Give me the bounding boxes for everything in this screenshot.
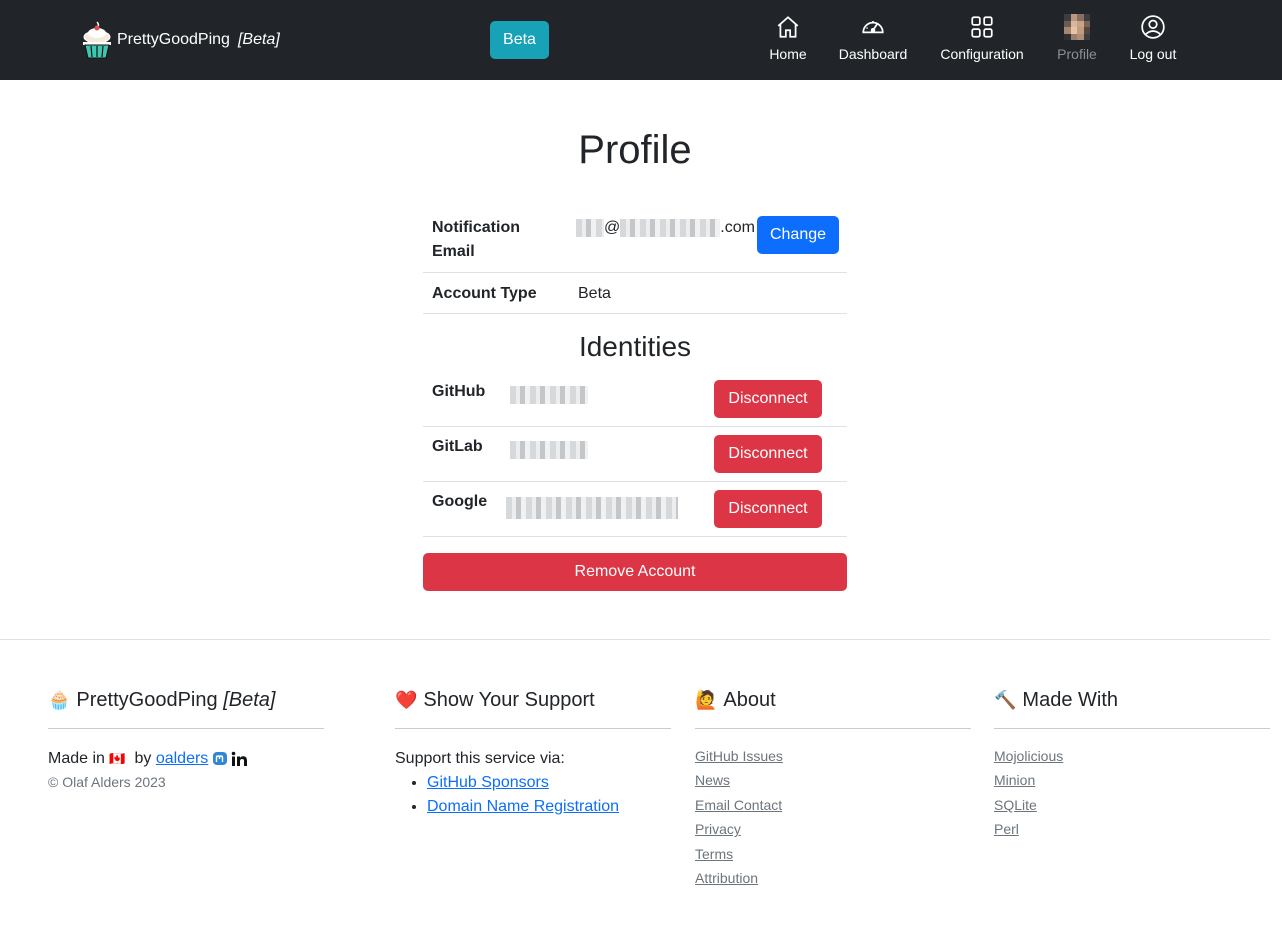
profile-table: Notification Email @ .com Change Account …	[423, 204, 847, 314]
notification-email-label: Notification Email	[432, 219, 520, 260]
account-type-row: Account Type Beta	[423, 273, 847, 314]
author-link[interactable]: oalders	[156, 750, 208, 768]
footer-support-column: ❤️ Show Your Support Support this servic…	[395, 686, 671, 819]
canada-flag-icon: 🇨🇦	[109, 751, 126, 766]
footer-heading-rule	[395, 728, 671, 729]
nav-dashboard-label: Dashboard	[838, 46, 908, 62]
nav-configuration[interactable]: Configuration	[937, 14, 1027, 62]
domain-registration-link[interactable]: Domain Name Registration	[427, 798, 619, 815]
redacted-username	[510, 385, 588, 404]
beta-button[interactable]: Beta	[490, 21, 549, 59]
copyright: © Olaf Alders 2023	[48, 774, 166, 790]
perl-link[interactable]: Perl	[994, 817, 1270, 841]
brand-beta-tag: [Beta]	[237, 31, 280, 48]
cupcake-logo-icon	[83, 21, 111, 59]
notification-email-value: @ .com	[576, 216, 755, 240]
footer-about-column: 🙋 About GitHub Issues News Email Contact…	[695, 686, 971, 890]
nav-home-label: Home	[769, 46, 807, 62]
account-type-label: Account Type	[432, 285, 537, 302]
disconnect-github-button[interactable]: Disconnect	[714, 380, 822, 418]
heart-icon: ❤️	[395, 689, 418, 710]
cupcake-icon: 🧁	[48, 689, 71, 710]
identity-row-gitlab: GitLab Disconnect	[423, 427, 847, 482]
redacted-email-user	[576, 218, 604, 237]
change-email-button[interactable]: Change	[757, 216, 839, 254]
identity-row-github: GitHub Disconnect	[423, 372, 847, 427]
page-title: Profile	[578, 128, 692, 172]
made-in-line: Made in 🇨🇦 by oalders	[48, 747, 324, 771]
nav-logout-label: Log out	[1129, 46, 1177, 62]
identities-title: Identities	[578, 331, 692, 362]
footer-brand-heading: 🧁 PrettyGoodPing [Beta]	[48, 688, 276, 711]
disconnect-google-button[interactable]: Disconnect	[714, 490, 822, 528]
brand-link[interactable]: PrettyGoodPing [Beta]	[80, 20, 280, 60]
mojolicious-link[interactable]: Mojolicious	[994, 744, 1270, 768]
speedometer-icon	[862, 21, 884, 34]
privacy-link[interactable]: Privacy	[695, 817, 971, 841]
support-links: GitHub Sponsors Domain Name Registration	[395, 771, 671, 819]
footer-heading-rule	[695, 728, 971, 729]
footer-divider	[0, 639, 1270, 640]
nav-logout[interactable]: Log out	[1127, 14, 1179, 62]
raising-hand-icon: 🙋	[695, 689, 718, 710]
house-icon	[777, 16, 799, 38]
identity-row-google: Google Disconnect	[423, 482, 847, 537]
avatar	[1064, 14, 1090, 40]
about-links: GitHub Issues News Email Contact Privacy…	[695, 744, 971, 890]
nav-profile-label: Profile	[1057, 46, 1097, 62]
redacted-username	[510, 440, 588, 459]
remove-account-button[interactable]: Remove Account	[423, 553, 847, 591]
identities-table: GitHub Disconnect GitLab Disconnect Goog…	[423, 372, 847, 537]
disconnect-gitlab-button[interactable]: Disconnect	[714, 435, 822, 473]
github-issues-link[interactable]: GitHub Issues	[695, 744, 971, 768]
top-navbar: PrettyGoodPing [Beta] Beta Home Dashboar…	[0, 0, 1282, 80]
grid-icon	[971, 16, 993, 38]
nav-home[interactable]: Home	[765, 14, 811, 62]
identity-provider: GitLab	[432, 438, 483, 455]
made-with-links: Mojolicious Minion SQLite Perl	[994, 744, 1270, 842]
attribution-link[interactable]: Attribution	[695, 866, 971, 890]
footer-support-heading: ❤️ Show Your Support	[395, 688, 595, 711]
terms-link[interactable]: Terms	[695, 842, 971, 866]
sqlite-link[interactable]: SQLite	[994, 793, 1270, 817]
minion-link[interactable]: Minion	[994, 768, 1270, 792]
footer-brand-column: 🧁 PrettyGoodPing [Beta] Made in 🇨🇦 by oa…	[48, 686, 324, 793]
github-sponsors-link[interactable]: GitHub Sponsors	[427, 774, 549, 791]
brand-name: PrettyGoodPing	[117, 31, 230, 48]
email-contact-link[interactable]: Email Contact	[695, 793, 971, 817]
notification-email-row: Notification Email @ .com Change	[423, 204, 847, 273]
news-link[interactable]: News	[695, 768, 971, 792]
mastodon-icon[interactable]	[212, 751, 228, 767]
identity-provider: Google	[432, 493, 488, 510]
identity-provider: GitHub	[432, 383, 486, 400]
footer-heading-rule	[994, 728, 1270, 729]
linkedin-icon[interactable]	[231, 751, 248, 767]
footer-made-with-heading: 🔨 Made With	[994, 688, 1119, 711]
redacted-email	[506, 496, 678, 519]
nav-dashboard[interactable]: Dashboard	[836, 14, 910, 62]
support-intro: Support this service via:	[395, 750, 565, 767]
nav-configuration-label: Configuration	[940, 46, 1024, 62]
redacted-email-domain	[620, 218, 721, 237]
user-circle-icon	[1141, 15, 1165, 39]
footer-heading-rule	[48, 728, 324, 729]
hammer-icon: 🔨	[994, 689, 1017, 710]
footer-about-heading: 🙋 About	[695, 688, 776, 711]
footer-made-with-column: 🔨 Made With Mojolicious Minion SQLite Pe…	[994, 686, 1270, 842]
account-type-value: Beta	[578, 285, 611, 302]
nav-profile[interactable]: Profile	[1055, 14, 1099, 62]
